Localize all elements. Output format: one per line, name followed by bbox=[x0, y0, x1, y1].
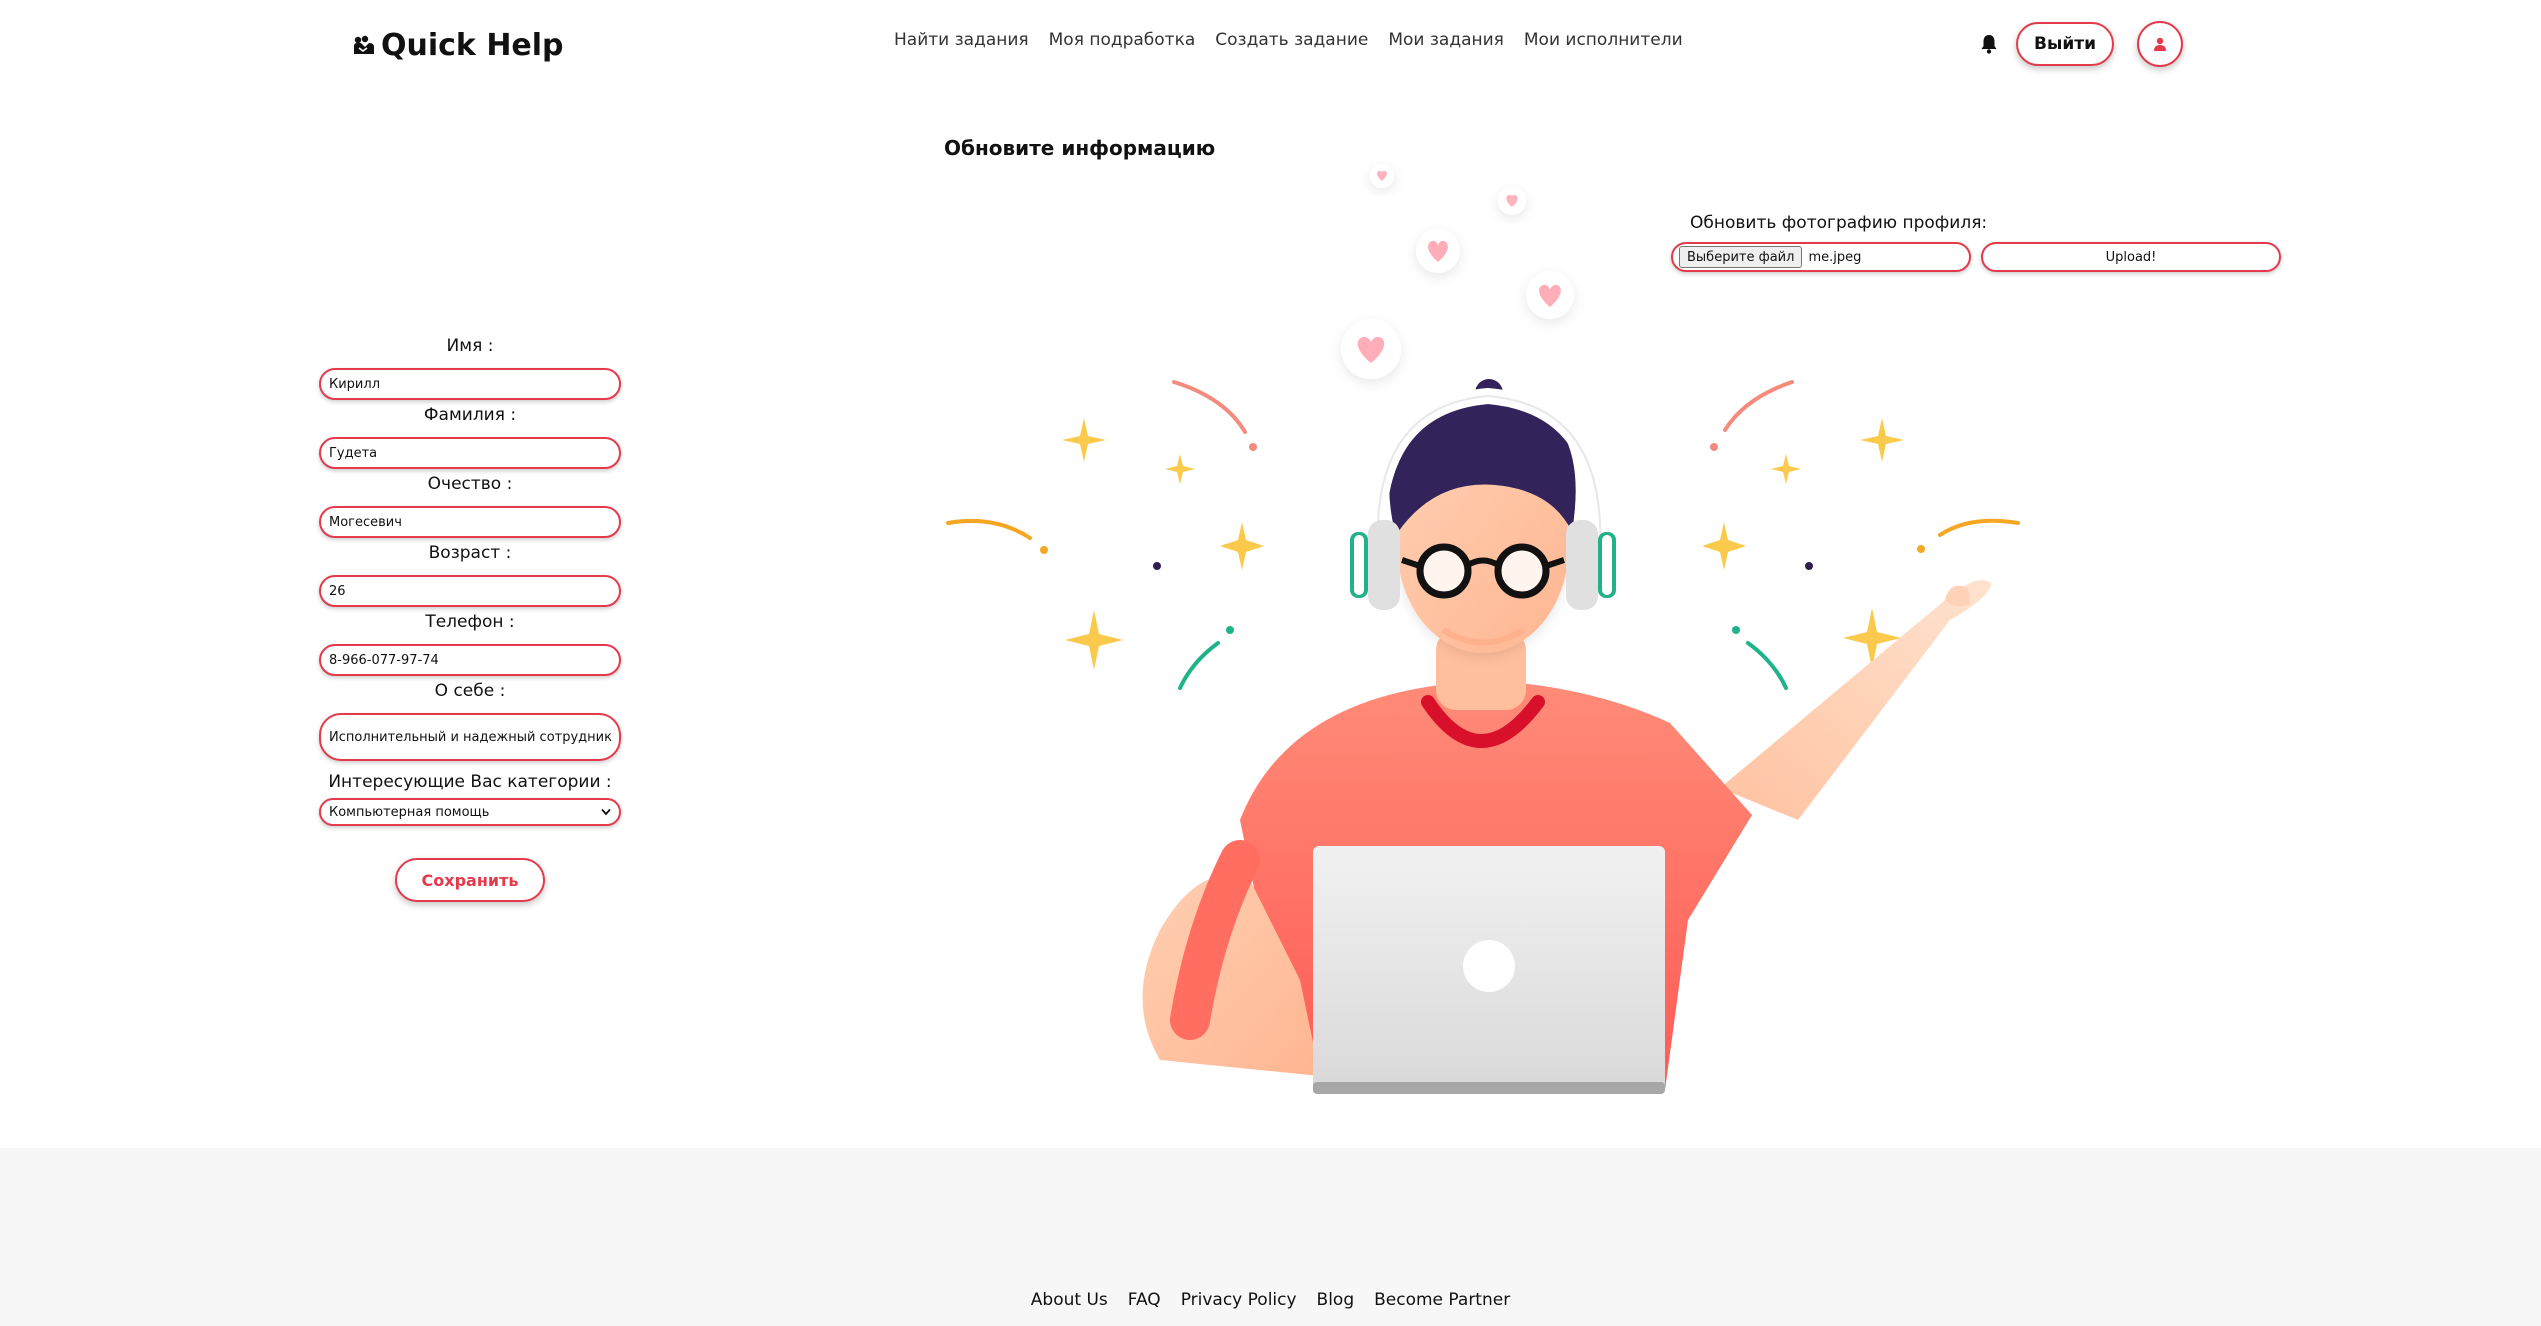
footer-link-about[interactable]: About Us bbox=[1031, 1290, 1108, 1310]
logo-text: Quick Help bbox=[381, 27, 564, 63]
top-navbar: Quick Help Найти задания Моя подработка … bbox=[0, 0, 2541, 92]
phone-label: Телефон : bbox=[425, 612, 515, 632]
handshake-icon bbox=[354, 35, 374, 54]
footer: About Us FAQ Privacy Policy Blog Become … bbox=[0, 1148, 2541, 1326]
last-name-label: Фамилия : bbox=[423, 405, 517, 425]
hearts-decoration bbox=[1341, 164, 1574, 379]
about-label: О себе : bbox=[434, 681, 506, 701]
categories-select-value: Компьютерная помощь bbox=[329, 804, 490, 820]
person-with-laptop-illustration bbox=[946, 164, 2020, 1094]
chevron-down-icon bbox=[601, 808, 611, 816]
nav-my-side-jobs[interactable]: Моя подработка bbox=[1049, 30, 1196, 50]
user-icon bbox=[2154, 37, 2166, 51]
phone-input[interactable]: 8-966-077-97-74 bbox=[319, 644, 621, 676]
nav-find-tasks[interactable]: Найти задания bbox=[894, 30, 1029, 50]
nav-my-tasks[interactable]: Мои задания bbox=[1388, 30, 1504, 50]
nav-my-performers[interactable]: Мои исполнители bbox=[1524, 30, 1683, 50]
age-input[interactable]: 26 bbox=[319, 575, 621, 607]
categories-label: Интересующие Вас категории : bbox=[328, 772, 612, 792]
first-name-input[interactable]: Кирилл bbox=[319, 368, 621, 400]
save-button[interactable]: Сохранить bbox=[395, 858, 545, 902]
footer-link-faq[interactable]: FAQ bbox=[1128, 1290, 1161, 1310]
footer-links: About Us FAQ Privacy Policy Blog Become … bbox=[0, 1290, 2541, 1310]
about-textarea[interactable]: Исполнительный и надежный сотрудник bbox=[319, 713, 621, 761]
laptop bbox=[1313, 846, 1665, 1094]
page-title: Обновите информацию bbox=[944, 136, 1216, 160]
first-name-label: Имя : bbox=[446, 336, 494, 356]
footer-link-privacy[interactable]: Privacy Policy bbox=[1181, 1290, 1297, 1310]
patronymic-label: Очество : bbox=[427, 474, 513, 494]
logo[interactable]: Quick Help bbox=[353, 24, 564, 66]
footer-link-partner[interactable]: Become Partner bbox=[1374, 1290, 1510, 1310]
last-name-input[interactable]: Гудета bbox=[319, 437, 621, 469]
main-nav: Найти задания Моя подработка Создать зад… bbox=[894, 30, 1683, 50]
bell-icon[interactable] bbox=[1980, 33, 1998, 55]
age-label: Возраст : bbox=[428, 543, 512, 563]
profile-button[interactable] bbox=[2137, 21, 2183, 67]
patronymic-input[interactable]: Могесевич bbox=[319, 506, 621, 538]
footer-link-blog[interactable]: Blog bbox=[1317, 1290, 1355, 1310]
logout-button[interactable]: Выйти bbox=[2016, 22, 2114, 66]
nav-create-task[interactable]: Создать задание bbox=[1215, 30, 1368, 50]
categories-select[interactable]: Компьютерная помощь bbox=[319, 798, 621, 826]
